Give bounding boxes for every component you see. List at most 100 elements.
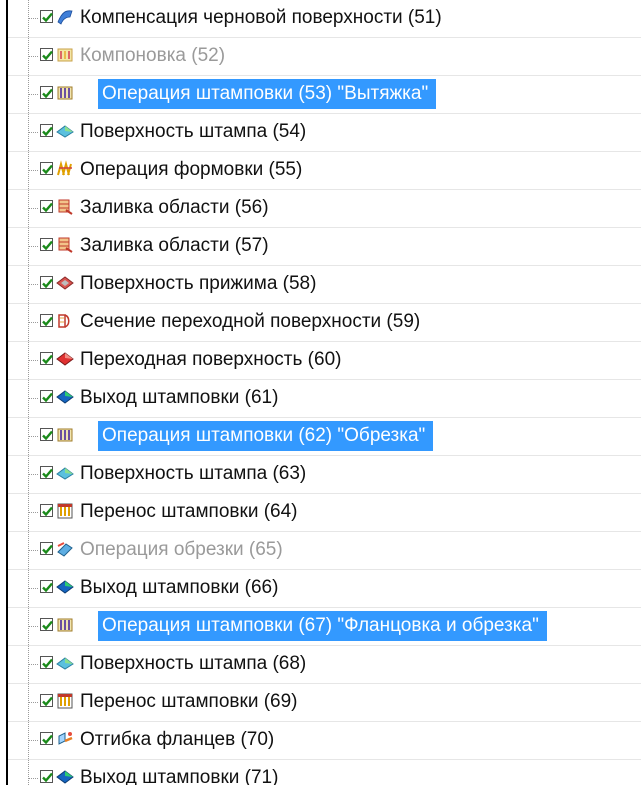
tree-item[interactable]: Операция формовки (55)	[8, 152, 641, 190]
visibility-checkbox[interactable]	[40, 162, 53, 175]
tree-branch-line	[28, 702, 38, 703]
die-surface-icon	[56, 122, 74, 140]
tree-item-label[interactable]: Поверхность штампа (63)	[76, 459, 310, 489]
tree-branch-line	[28, 398, 38, 399]
transition-section-icon	[56, 312, 74, 330]
visibility-checkbox[interactable]	[40, 390, 53, 403]
visibility-checkbox[interactable]	[40, 238, 53, 251]
tree-item-label[interactable]: Заливка области (56)	[76, 193, 273, 223]
binder-surface-icon	[56, 274, 74, 292]
visibility-checkbox[interactable]	[40, 200, 53, 213]
stamping-operation-icon	[56, 426, 74, 444]
stamping-transfer-icon	[56, 502, 74, 520]
tree-item[interactable]: Поверхность штампа (68)	[8, 646, 641, 684]
tree-item-label[interactable]: Отгибка фланцев (70)	[76, 725, 278, 755]
tree-branch-line	[28, 284, 38, 285]
tree-branch-line	[28, 626, 38, 627]
tree-item[interactable]: Компоновка (52)	[8, 38, 641, 76]
tree-item-label[interactable]: Компоновка (52)	[76, 41, 229, 71]
tree-item[interactable]: Перенос штамповки (69)	[8, 684, 641, 722]
visibility-checkbox[interactable]	[40, 314, 53, 327]
tree-item[interactable]: Операция штамповки (53) "Вытяжка"	[8, 76, 641, 114]
tree-item[interactable]: Заливка области (57)	[8, 228, 641, 266]
tree-item-label[interactable]: Операция формовки (55)	[76, 155, 306, 185]
visibility-checkbox[interactable]	[40, 352, 53, 365]
tree-branch-line	[28, 322, 38, 323]
stamping-transfer-icon	[56, 692, 74, 710]
visibility-checkbox[interactable]	[40, 428, 53, 441]
tree-item-label[interactable]: Заливка области (57)	[76, 231, 273, 261]
tree-branch-line	[28, 588, 38, 589]
area-fill-icon	[56, 198, 74, 216]
tree-item-label[interactable]: Сечение переходной поверхности (59)	[76, 307, 424, 337]
tree-item[interactable]: Перенос штамповки (64)	[8, 494, 641, 532]
stamping-operation-icon	[56, 84, 74, 102]
tree-item[interactable]: Выход штамповки (61)	[8, 380, 641, 418]
trim-operation-icon	[56, 540, 74, 558]
tree-item[interactable]: Выход штамповки (66)	[8, 570, 641, 608]
tree-branch-line	[28, 208, 38, 209]
visibility-checkbox[interactable]	[40, 276, 53, 289]
tree-item[interactable]: Заливка области (56)	[8, 190, 641, 228]
tree-branch-line	[28, 360, 38, 361]
visibility-checkbox[interactable]	[40, 732, 53, 745]
tree-item[interactable]: Сечение переходной поверхности (59)	[8, 304, 641, 342]
tree-item-label[interactable]: Операция штамповки (62) "Обрезка"	[98, 421, 434, 451]
tree-item[interactable]: Выход штамповки (71)	[8, 760, 641, 785]
tree-branch-line	[28, 170, 38, 171]
tree-item-label[interactable]: Перенос штамповки (69)	[76, 687, 302, 717]
tree-item-label[interactable]: Операция штамповки (53) "Вытяжка"	[98, 79, 437, 109]
visibility-checkbox[interactable]	[40, 466, 53, 479]
transition-surface-icon	[56, 350, 74, 368]
tree-branch-line	[28, 94, 38, 95]
tree-branch-line	[28, 664, 38, 665]
visibility-checkbox[interactable]	[40, 542, 53, 555]
visibility-checkbox[interactable]	[40, 48, 53, 61]
tree-branch-line	[28, 18, 38, 19]
visibility-checkbox[interactable]	[40, 694, 53, 707]
tree-item[interactable]: Операция штамповки (67) "Фланцовка и обр…	[8, 608, 641, 646]
tree-branch-line	[28, 436, 38, 437]
tree-item[interactable]: Поверхность штампа (54)	[8, 114, 641, 152]
tree-branch-line	[28, 550, 38, 551]
tree-item-label[interactable]: Перенос штамповки (64)	[76, 497, 302, 527]
tree-item-label[interactable]: Выход штамповки (71)	[76, 763, 282, 785]
tree-branch-line	[28, 474, 38, 475]
tree-item-label[interactable]: Поверхность прижима (58)	[76, 269, 320, 299]
tree-item-label[interactable]: Поверхность штампа (54)	[76, 117, 310, 147]
visibility-checkbox[interactable]	[40, 618, 53, 631]
visibility-checkbox[interactable]	[40, 10, 53, 23]
surface-compensation-icon	[56, 8, 74, 26]
visibility-checkbox[interactable]	[40, 504, 53, 517]
tree-item[interactable]: Отгибка фланцев (70)	[8, 722, 641, 760]
tree-item-label[interactable]: Выход штамповки (61)	[76, 383, 282, 413]
tree-item[interactable]: Компенсация черновой поверхности (51)	[8, 0, 641, 38]
tree-branch-line	[28, 512, 38, 513]
tree-item[interactable]: Поверхность прижима (58)	[8, 266, 641, 304]
tree-item[interactable]: Переходная поверхность (60)	[8, 342, 641, 380]
tree-branch-line	[28, 778, 38, 779]
stamping-output-icon	[56, 388, 74, 406]
tree-branch-line	[28, 740, 38, 741]
visibility-checkbox[interactable]	[40, 124, 53, 137]
tree-item[interactable]: Операция обрезки (65)	[8, 532, 641, 570]
die-surface-icon	[56, 464, 74, 482]
visibility-checkbox[interactable]	[40, 580, 53, 593]
tree-item-label[interactable]: Компенсация черновой поверхности (51)	[76, 3, 446, 33]
stamping-output-icon	[56, 768, 74, 785]
tree-branch-line	[28, 246, 38, 247]
visibility-checkbox[interactable]	[40, 656, 53, 669]
tree-item-label[interactable]: Переходная поверхность (60)	[76, 345, 345, 375]
tree-branch-line	[28, 132, 38, 133]
tree-item[interactable]: Поверхность штампа (63)	[8, 456, 641, 494]
layout-icon	[56, 46, 74, 64]
visibility-checkbox[interactable]	[40, 86, 53, 99]
tree-item-label[interactable]: Поверхность штампа (68)	[76, 649, 310, 679]
tree-item-label[interactable]: Операция штамповки (67) "Фланцовка и обр…	[98, 611, 547, 641]
stamping-operation-icon	[56, 616, 74, 634]
tree-item[interactable]: Операция штамповки (62) "Обрезка"	[8, 418, 641, 456]
tree-item-label[interactable]: Операция обрезки (65)	[76, 535, 287, 565]
flange-bend-icon	[56, 730, 74, 748]
tree-item-label[interactable]: Выход штамповки (66)	[76, 573, 282, 603]
visibility-checkbox[interactable]	[40, 770, 53, 783]
